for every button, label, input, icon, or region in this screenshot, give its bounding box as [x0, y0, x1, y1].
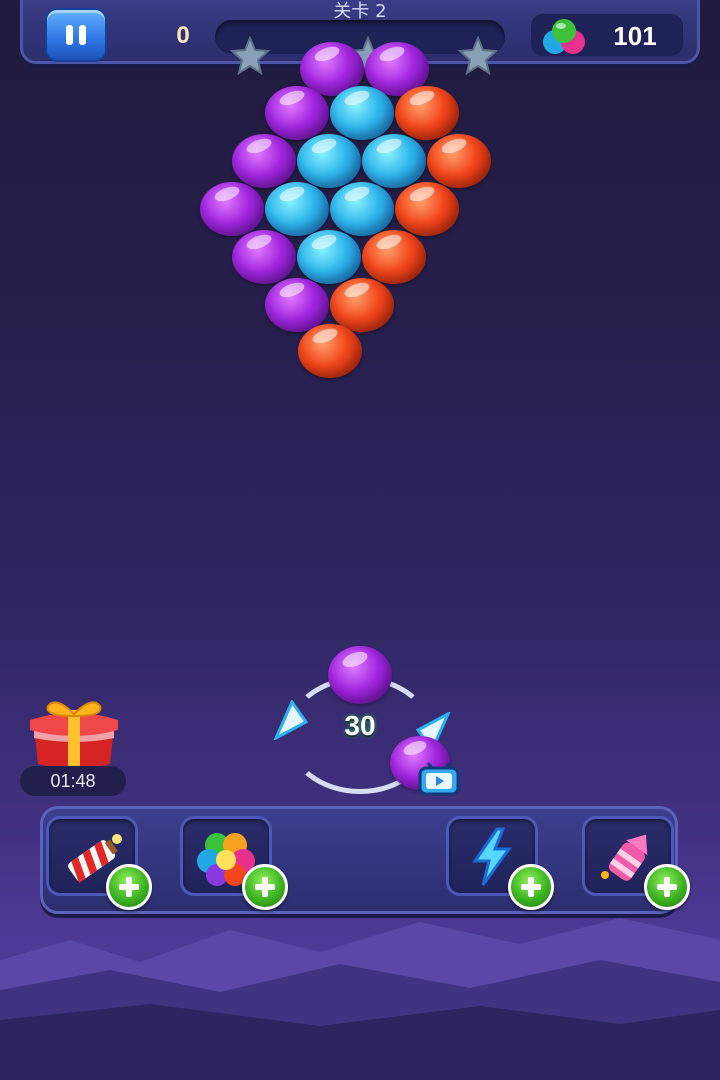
red-bubble [362, 230, 426, 284]
gift-timer: 01:48 [20, 766, 126, 796]
red-bubble [330, 278, 394, 332]
purple-bubble [232, 134, 296, 188]
colored-balls-icon [543, 19, 585, 54]
current-bubble[interactable] [328, 646, 392, 704]
score: 0 [176, 22, 190, 49]
blue-bubble [265, 182, 329, 236]
red-bubble [427, 134, 491, 188]
blue-bubble [297, 134, 361, 188]
shots-remaining: 30 [344, 710, 376, 741]
gift-box-icon[interactable] [26, 694, 122, 774]
coin-counter[interactable]: 101 [531, 14, 683, 56]
red-bubble [298, 324, 362, 378]
purple-bubble [200, 182, 264, 236]
blue-bubble [330, 182, 394, 236]
coin-count: 101 [613, 21, 657, 51]
red-bubble [395, 182, 459, 236]
red-bubble [395, 86, 459, 140]
pause-icon [66, 25, 73, 45]
purple-bubble [265, 86, 329, 140]
tv-video-icon[interactable] [418, 762, 460, 796]
pause-button[interactable] [45, 8, 107, 62]
purple-bubble [265, 278, 329, 332]
mountain-background [0, 918, 720, 1080]
purple-bubble [232, 230, 296, 284]
star-icon [230, 36, 270, 76]
star-icon [458, 36, 498, 76]
blue-bubble [362, 134, 426, 188]
swap-arrow-left-icon [273, 700, 308, 740]
blue-bubble [297, 230, 361, 284]
level-title: 关卡 2 [333, 1, 387, 22]
blue-bubble [330, 86, 394, 140]
